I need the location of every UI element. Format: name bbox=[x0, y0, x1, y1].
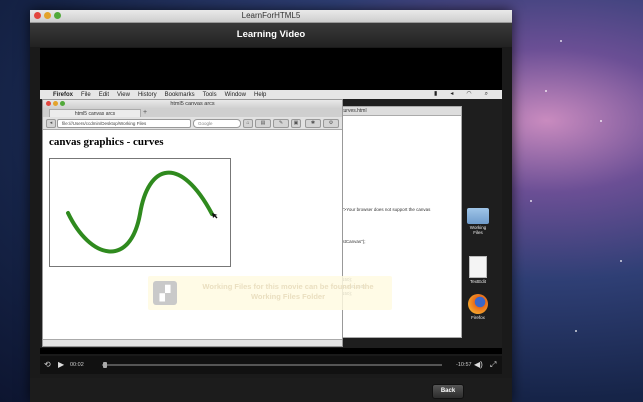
elapsed-time: 00:02 bbox=[70, 362, 84, 368]
desktop-icon-textedit: TextEdit bbox=[466, 256, 490, 284]
green-curve bbox=[66, 170, 214, 254]
bookmarks-icon: ▤ bbox=[255, 119, 271, 128]
app-titlebar: LearnForHTML5 bbox=[30, 10, 512, 23]
menu-bookmarks: Bookmarks bbox=[164, 91, 195, 98]
canvas-element bbox=[49, 158, 231, 267]
menu-window: Window bbox=[224, 91, 246, 98]
gear-icon: ⚙ bbox=[323, 119, 339, 128]
working-files-notice: ▞ Working Files for this movie can be fo… bbox=[148, 276, 392, 310]
firefox-minimize-button bbox=[53, 101, 58, 106]
video-frame[interactable]: Firefox File Edit View History Bookmarks… bbox=[40, 48, 502, 354]
home-icon: ⌂ bbox=[243, 119, 253, 128]
menu-tools: Tools bbox=[202, 91, 217, 98]
menu-file: File bbox=[81, 91, 91, 98]
firefox-icon bbox=[468, 294, 488, 314]
firefox-titlebar: html5 canvas arcs bbox=[43, 100, 342, 108]
menu-view: View bbox=[117, 91, 130, 98]
app-window: LearnForHTML5 Learning Video Firefox Fil… bbox=[30, 10, 512, 402]
desktop-icon-firefox: Firefox bbox=[466, 294, 490, 320]
wifi-icon: ◠ bbox=[466, 91, 472, 97]
play-button[interactable]: ▶ bbox=[58, 356, 64, 374]
url-bar: file:///Users/ccdmin/Desktop/Working Fil… bbox=[57, 119, 191, 128]
page-heading: canvas graphics - curves bbox=[49, 136, 164, 148]
menubar-status-icons: ▮ ◂ ◠ ⌕ bbox=[434, 90, 496, 99]
mouse-cursor-icon bbox=[212, 213, 218, 219]
document-icon bbox=[469, 256, 487, 278]
menu-history: History bbox=[137, 91, 157, 98]
menu-edit: Edit bbox=[98, 91, 110, 98]
spotlight-icon: ⌕ bbox=[484, 91, 488, 97]
fullscreen-icon[interactable]: ⤢ bbox=[490, 356, 496, 374]
volume-icon: ◂ bbox=[450, 91, 454, 97]
editor-title: curves.html bbox=[337, 107, 461, 116]
search-bar: Google bbox=[193, 119, 241, 128]
firefox-window-title: html5 canvas arcs bbox=[170, 101, 215, 107]
back-arrow-icon: ◂ bbox=[46, 119, 56, 128]
app-window-title: LearnForHTML5 bbox=[241, 11, 301, 20]
back-button[interactable]: Back bbox=[432, 384, 464, 399]
addon-icon: ▣ bbox=[291, 119, 301, 128]
remaining-time: -10:57 bbox=[456, 362, 472, 368]
new-tab-icon: + bbox=[143, 109, 148, 116]
curve-drawing bbox=[66, 170, 218, 254]
firefox-navbar: ◂ file:///Users/ccdmin/Desktop/Working F… bbox=[43, 117, 342, 130]
progress-track[interactable] bbox=[102, 364, 442, 366]
firefox-close-button bbox=[46, 101, 51, 106]
notice-text: Working Files for this movie can be foun… bbox=[202, 282, 374, 301]
battery-icon: ▮ bbox=[434, 91, 438, 97]
menu-help: Help bbox=[253, 91, 267, 98]
firefox-statusbar bbox=[43, 339, 342, 346]
rewind-icon[interactable]: ⟲ bbox=[44, 356, 51, 374]
firefox-tabbar: html5 canvas arcs + bbox=[43, 108, 342, 118]
mac-menubar: Firefox File Edit View History Bookmarks… bbox=[40, 90, 502, 99]
desktop-icon-working-files: Working Files bbox=[466, 208, 490, 235]
video-title: Learning Video bbox=[30, 23, 512, 47]
code-line: 00">Your browser does not support the ca… bbox=[337, 207, 431, 212]
bottom-bar: Back bbox=[30, 378, 512, 402]
recorded-screen: Firefox File Edit View History Bookmarks… bbox=[40, 90, 502, 348]
volume-button[interactable]: ◀) bbox=[474, 356, 483, 374]
progress-knob[interactable] bbox=[103, 362, 108, 368]
folder-icon bbox=[467, 208, 489, 224]
player-controls: ⟲ ▶ 00:02 -10:57 ◀) ⤢ bbox=[40, 356, 502, 374]
tools-icon: ✎ bbox=[273, 119, 289, 128]
firebug-icon: ✱ bbox=[305, 119, 321, 128]
file-icon: ▞ bbox=[153, 281, 177, 305]
firefox-zoom-button bbox=[60, 101, 65, 106]
menu-firefox: Firefox bbox=[53, 91, 74, 98]
